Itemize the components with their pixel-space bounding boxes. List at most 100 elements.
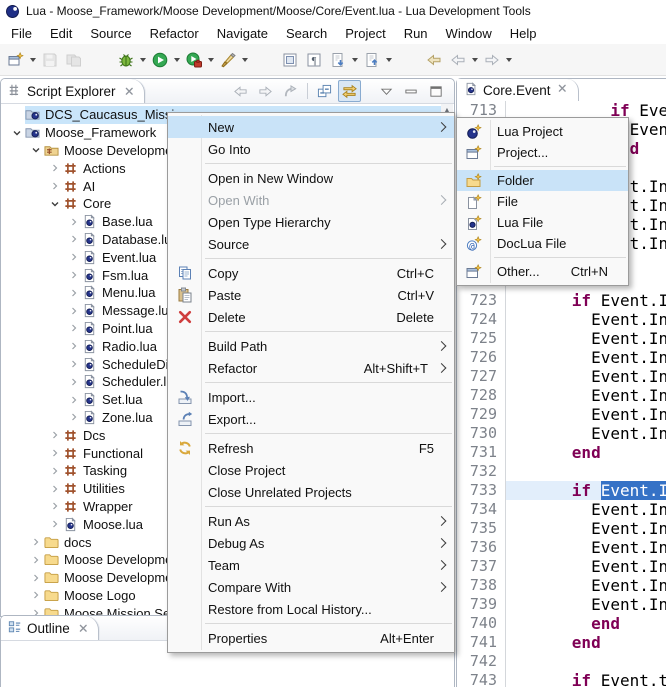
menubar-item-project[interactable]: Project: [336, 24, 394, 43]
code-line-733[interactable]: 733 if Event.I: [457, 481, 666, 500]
code-line-742[interactable]: 742: [457, 652, 666, 671]
external-tools-icon[interactable]: [216, 48, 240, 72]
link-editor-icon[interactable]: [338, 80, 361, 102]
code-line-732[interactable]: 732: [457, 462, 666, 481]
expander-open-icon[interactable]: [8, 125, 25, 141]
menubar-item-search[interactable]: Search: [277, 24, 336, 43]
menu-item-open-in-new-window[interactable]: Open in New Window: [168, 167, 454, 189]
code-line-743[interactable]: 743 if Event.ta: [457, 671, 666, 687]
run-dropdown-caret[interactable]: [172, 48, 182, 72]
tab-core-event[interactable]: Core.Event: [458, 79, 579, 101]
maximize-icon[interactable]: [425, 80, 448, 102]
menu-item-close-project[interactable]: Close Project: [168, 459, 454, 481]
code-line-724[interactable]: 724 Event.In: [457, 310, 666, 329]
close-icon[interactable]: [123, 85, 136, 98]
menu-item-refresh[interactable]: RefreshF5: [168, 437, 454, 459]
close-icon[interactable]: [556, 82, 569, 98]
forward-dropdown-caret[interactable]: [504, 48, 514, 72]
external-tools-dropdown-caret[interactable]: [240, 48, 250, 72]
menu-item-team[interactable]: Team: [168, 554, 454, 576]
expander-closed-icon[interactable]: [46, 463, 63, 479]
debug-dropdown-caret[interactable]: [138, 48, 148, 72]
debug-icon[interactable]: [114, 48, 138, 72]
menu-item-lua-file[interactable]: Lua File: [457, 212, 628, 233]
next-annotation-icon[interactable]: [326, 48, 350, 72]
code-line-739[interactable]: 739 Event.In: [457, 595, 666, 614]
expander-closed-icon[interactable]: [46, 160, 63, 176]
menu-item-export[interactable]: Export...: [168, 408, 454, 430]
menu-item-copy[interactable]: CopyCtrl+C: [168, 262, 454, 284]
run-last-icon[interactable]: [182, 48, 206, 72]
expander-closed-icon[interactable]: [65, 285, 82, 301]
open-element-icon[interactable]: [278, 48, 302, 72]
menu-item-debug-as[interactable]: Debug As: [168, 532, 454, 554]
show-whitespace-icon[interactable]: ¶: [302, 48, 326, 72]
menubar-item-refactor[interactable]: Refactor: [141, 24, 208, 43]
code-line-723[interactable]: 723 if Event.I: [457, 291, 666, 310]
code-line-735[interactable]: 735 Event.In: [457, 519, 666, 538]
expander-closed-icon[interactable]: [65, 214, 82, 230]
menu-item-source[interactable]: Source: [168, 233, 454, 255]
previous-annotation-dropdown-caret[interactable]: [384, 48, 394, 72]
expander-open-icon[interactable]: [46, 196, 63, 212]
menu-item-close-unrelated-projects[interactable]: Close Unrelated Projects: [168, 481, 454, 503]
tab-script-explorer[interactable]: Script Explorer: [1, 79, 145, 103]
code-line-729[interactable]: 729 Event.In: [457, 405, 666, 424]
expander-open-icon[interactable]: [27, 142, 44, 158]
expander-closed-icon[interactable]: [46, 498, 63, 514]
menubar-item-edit[interactable]: Edit: [41, 24, 81, 43]
expander-closed-icon[interactable]: [65, 356, 82, 372]
menu-item-delete[interactable]: DeleteDelete: [168, 306, 454, 328]
new-wizard-icon[interactable]: [4, 48, 28, 72]
menubar-item-source[interactable]: Source: [81, 24, 140, 43]
code-line-728[interactable]: 728 Event.In: [457, 386, 666, 405]
collapse-all-icon[interactable]: [313, 80, 336, 102]
expander-closed-icon[interactable]: [46, 178, 63, 194]
menu-item-paste[interactable]: PasteCtrl+V: [168, 284, 454, 306]
minimize-icon[interactable]: [400, 80, 423, 102]
expander-closed-icon[interactable]: [65, 338, 82, 354]
expander-closed-icon[interactable]: [27, 534, 44, 550]
expander-closed-icon[interactable]: [46, 481, 63, 497]
menu-item-project[interactable]: Project...: [457, 142, 628, 163]
menubar-item-navigate[interactable]: Navigate: [208, 24, 277, 43]
nav-forward-icon[interactable]: [254, 80, 277, 102]
expander-closed-icon[interactable]: [65, 231, 82, 247]
code-line-736[interactable]: 736 Event.In: [457, 538, 666, 557]
forward-icon[interactable]: [480, 48, 504, 72]
menubar-item-help[interactable]: Help: [501, 24, 546, 43]
menu-item-other[interactable]: Other...Ctrl+N: [457, 261, 628, 282]
tab-outline[interactable]: Outline: [1, 616, 99, 640]
expander-closed-icon[interactable]: [65, 249, 82, 265]
back-icon[interactable]: [446, 48, 470, 72]
run-last-dropdown-caret[interactable]: [206, 48, 216, 72]
code-line-738[interactable]: 738 Event.In: [457, 576, 666, 595]
menu-item-folder[interactable]: Folder: [457, 170, 628, 191]
code-line-740[interactable]: 740 end: [457, 614, 666, 633]
menu-item-doclua-file[interactable]: @DocLua File: [457, 233, 628, 254]
expander-closed-icon[interactable]: [27, 570, 44, 586]
previous-annotation-icon[interactable]: [360, 48, 384, 72]
menu-item-file[interactable]: File: [457, 191, 628, 212]
code-line-731[interactable]: 731 end: [457, 443, 666, 462]
expander-closed-icon[interactable]: [65, 303, 82, 319]
code-line-730[interactable]: 730 Event.In: [457, 424, 666, 443]
menubar-item-run[interactable]: Run: [395, 24, 437, 43]
view-menu-icon[interactable]: [375, 80, 398, 102]
expander-closed-icon[interactable]: [65, 320, 82, 336]
expander-closed-icon[interactable]: [46, 427, 63, 443]
nav-back-icon[interactable]: [229, 80, 252, 102]
last-edit-location-icon[interactable]: [422, 48, 446, 72]
code-line-725[interactable]: 725 Event.In: [457, 329, 666, 348]
expander-closed-icon[interactable]: [27, 587, 44, 603]
code-line-737[interactable]: 737 Event.In: [457, 557, 666, 576]
menu-item-restore-from-local-history[interactable]: Restore from Local History...: [168, 598, 454, 620]
run-icon[interactable]: [148, 48, 172, 72]
menu-item-new[interactable]: New: [168, 116, 454, 138]
expander-closed-icon[interactable]: [27, 552, 44, 568]
expander-closed-icon[interactable]: [46, 516, 63, 532]
menubar-item-window[interactable]: Window: [437, 24, 501, 43]
code-line-734[interactable]: 734 Event.In: [457, 500, 666, 519]
back-dropdown-caret[interactable]: [470, 48, 480, 72]
expander-closed-icon[interactable]: [65, 392, 82, 408]
